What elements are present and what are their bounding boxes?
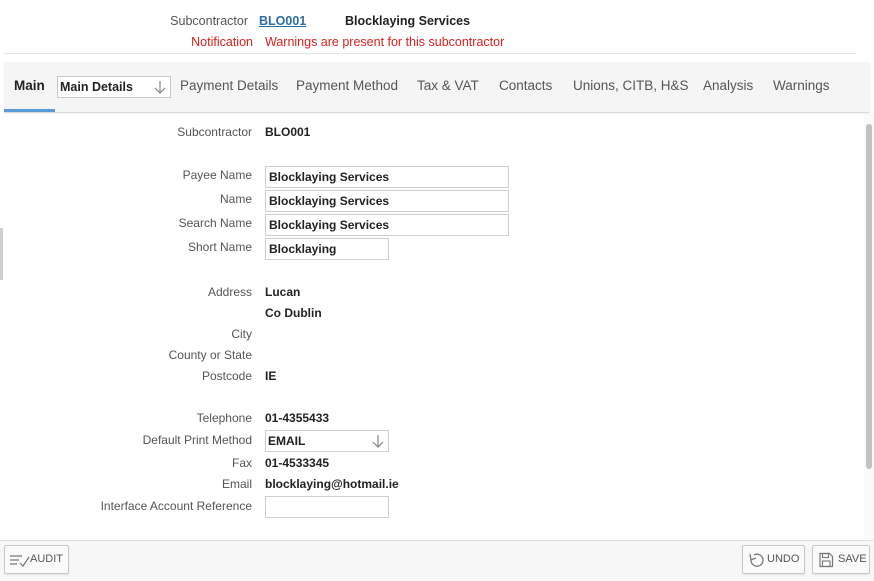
county-label: County or State <box>168 348 252 362</box>
payee-name-label: Payee Name <box>182 168 252 182</box>
address-line1: Lucan <box>265 285 301 299</box>
notification-text: Warnings are present for this subcontrac… <box>265 35 505 49</box>
interface-ref-label: Interface Account Reference <box>100 499 252 513</box>
save-button[interactable]: SAVE <box>812 545 870 574</box>
email-label: Email <box>221 477 252 491</box>
arrow-down-icon <box>154 81 166 94</box>
tab-contacts[interactable]: Contacts <box>499 62 552 112</box>
tab-unions-citb-hs[interactable]: Unions, CITB, H&S <box>573 62 689 112</box>
search-name-label: Search Name <box>178 216 252 230</box>
print-method-value: EMAIL <box>268 434 306 448</box>
city-label: City <box>231 327 252 341</box>
save-label: SAVE <box>838 553 867 565</box>
tab-analysis[interactable]: Analysis <box>703 62 753 112</box>
telephone-value: 01-4355433 <box>265 411 330 425</box>
tab-payment-details[interactable]: Payment Details <box>180 62 278 112</box>
floppy-disk-icon <box>819 552 834 568</box>
email-value: blocklaying@hotmail.ie <box>265 477 399 491</box>
interface-ref-input[interactable] <box>265 496 389 518</box>
audit-button[interactable]: AUDIT <box>4 545 69 574</box>
notification-label: Notification <box>191 35 253 49</box>
address-line2: Co Dublin <box>265 306 322 320</box>
scrollbar-thumb[interactable] <box>866 124 872 469</box>
undo-icon <box>749 553 764 567</box>
short-name-label: Short Name <box>187 240 252 254</box>
undo-button[interactable]: UNDO <box>742 545 805 574</box>
tab-main[interactable]: Main <box>4 62 55 112</box>
undo-label: UNDO <box>767 553 800 565</box>
main-details-select-value: Main Details <box>60 80 133 94</box>
fax-value: 01-4533345 <box>265 456 330 470</box>
search-name-input[interactable]: Blocklaying Services <box>265 214 509 236</box>
panel-resize-handle[interactable] <box>0 228 3 280</box>
subcontractor-label: Subcontractor <box>177 125 252 139</box>
telephone-label: Telephone <box>196 411 252 425</box>
tab-bar: Main Main Details Payment Details Paymen… <box>4 62 870 113</box>
tab-warnings[interactable]: Warnings <box>773 62 830 112</box>
header-divider <box>4 53 856 54</box>
tab-tax-vat[interactable]: Tax & VAT <box>417 62 479 112</box>
subcontractor-value: BLO001 <box>265 125 311 139</box>
address-label: Address <box>207 285 252 299</box>
action-footer: AUDIT UNDO SAVE <box>0 540 874 581</box>
audit-label: AUDIT <box>30 553 63 565</box>
print-method-select[interactable]: EMAIL <box>265 430 389 452</box>
form-scrollbar[interactable] <box>864 114 874 539</box>
record-header: Subcontractor BLO001 Blocklaying Service… <box>0 0 874 62</box>
name-input[interactable]: Blocklaying Services <box>265 190 509 212</box>
subcontractor-header-name: Blocklaying Services <box>345 14 471 28</box>
short-name-input[interactable]: Blocklaying <box>265 238 389 260</box>
tab-payment-method[interactable]: Payment Method <box>296 62 398 112</box>
postcode-value: IE <box>265 369 277 383</box>
fax-label: Fax <box>231 456 252 470</box>
print-method-label: Default Print Method <box>142 433 252 447</box>
payee-name-input[interactable]: Blocklaying Services <box>265 166 509 188</box>
audit-list-icon <box>10 555 30 567</box>
main-details-select[interactable]: Main Details <box>57 76 171 98</box>
subcontractor-code-link[interactable]: BLO001 <box>259 12 306 30</box>
arrow-down-icon <box>372 435 384 448</box>
name-label: Name <box>219 192 252 206</box>
subcontractor-header-label: Subcontractor <box>170 14 248 28</box>
main-details-form: Subcontractor BLO001 Payee Name Blocklay… <box>4 114 864 539</box>
postcode-label: Postcode <box>201 369 252 383</box>
